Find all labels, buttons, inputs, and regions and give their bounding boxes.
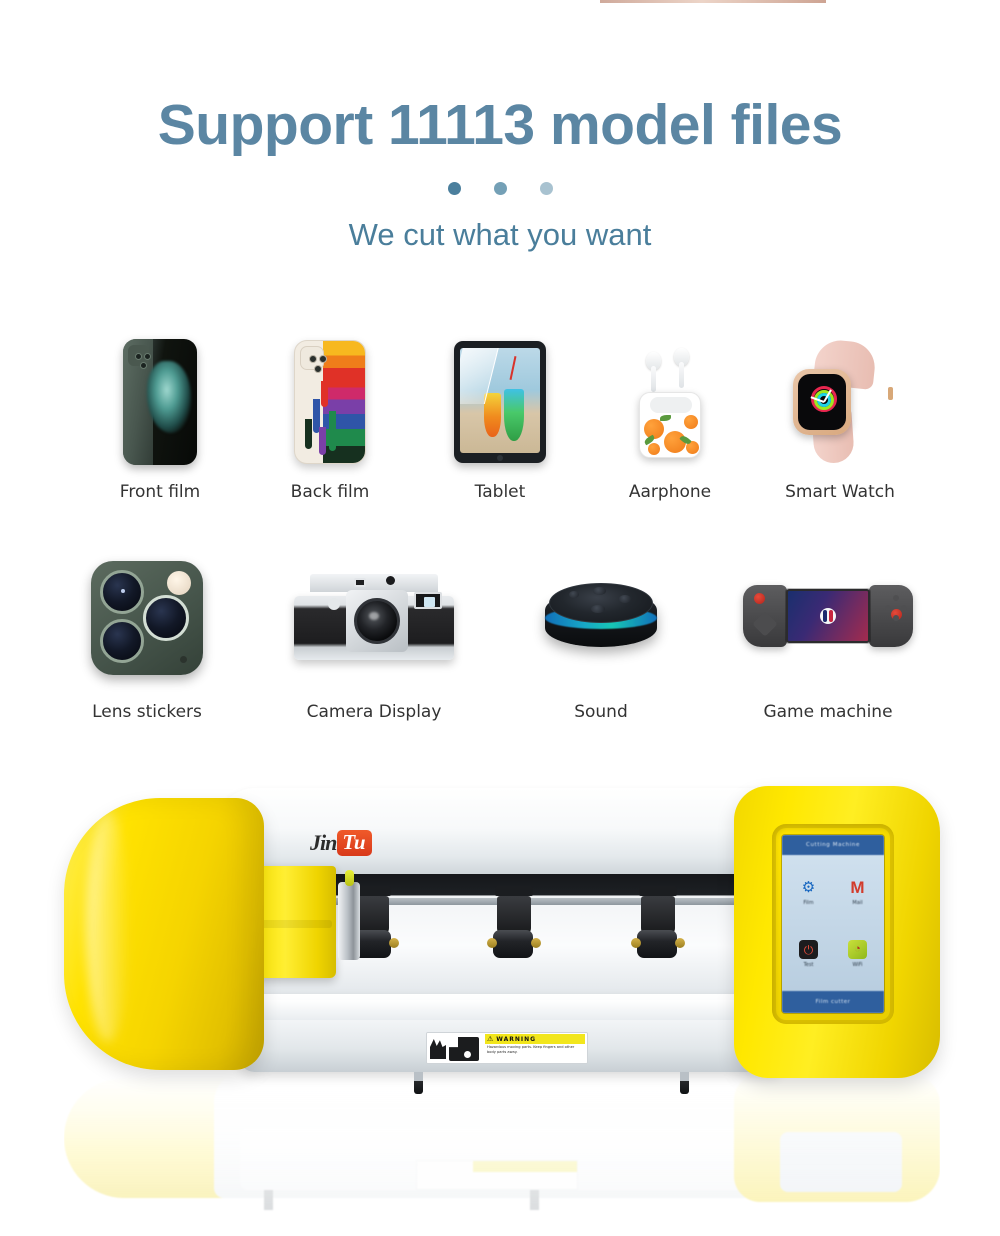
machine-body: Jin Tu ⚠ WARNING Hazardous moving parts.… [214, 788, 810, 1094]
category-label: Camera Display [306, 702, 442, 722]
warning-title: WARNING [496, 1035, 537, 1043]
phone-front-icon [90, 332, 230, 472]
machine-left-endcap [64, 798, 264, 1070]
top-divider-rule [600, 0, 826, 3]
category-label: Smart Watch [785, 482, 895, 502]
page-subtitle: We cut what you want [348, 216, 652, 252]
machine-leg [680, 1072, 689, 1094]
cutting-head-carriage[interactable] [252, 866, 360, 986]
machine-front-drum: ⚠ WARNING Hazardous moving parts. Keep f… [240, 994, 784, 1072]
screen-titlebar: Cutting Machine [782, 835, 884, 855]
category-item-lens-stickers[interactable]: Lens stickers [77, 548, 217, 722]
pinch-roller[interactable] [487, 886, 541, 972]
category-item-sound[interactable]: Sound [531, 548, 671, 722]
category-item-earphone[interactable]: Aarphone [600, 332, 740, 502]
cutting-machine: Jin Tu ⚠ WARNING Hazardous moving parts.… [64, 780, 940, 1094]
screen-app-label: Test [803, 962, 814, 968]
control-panel-bezel: Cutting Machine ⚙ Film M Mail ⏻ Test ◔ W… [772, 824, 894, 1024]
screen-app-label: WiFi [852, 962, 863, 968]
category-label: Sound [574, 702, 628, 722]
mail-m-icon: M [850, 878, 865, 897]
category-label: Tablet [474, 482, 526, 502]
dot-1-icon [447, 181, 461, 195]
pinch-roller[interactable] [631, 886, 685, 972]
warning-triangle-icon: ⚠ [487, 1035, 495, 1043]
page-title: Support 11113 model files [157, 93, 843, 157]
hazard-pictogram-icon [427, 1033, 483, 1063]
tablet-icon [430, 332, 570, 472]
handheld-console-icon [733, 548, 923, 688]
screen-app-wifi[interactable]: ◔ WiFi [848, 940, 867, 968]
brand-name-second: Tu [337, 830, 373, 856]
dot-separator [0, 181, 1000, 195]
category-label: Aarphone [628, 482, 712, 502]
earbuds-icon [600, 332, 740, 472]
screen-app-grid: ⚙ Film M Mail ⏻ Test ◔ WiFi [782, 855, 884, 991]
phone-back-icon [260, 332, 400, 472]
blade-depth-knob[interactable] [345, 870, 354, 886]
smartwatch-icon [770, 332, 910, 472]
warning-body-text: Hazardous moving parts. Keep fingers and… [487, 1045, 575, 1055]
category-item-front-film[interactable]: Front film [90, 332, 230, 502]
machine-leg [414, 1072, 423, 1094]
screen-app-mail[interactable]: M Mail [848, 878, 867, 906]
dot-2-icon [493, 181, 507, 195]
headline-block: Support 11113 model files We cut what yo… [0, 93, 1000, 253]
warning-label: ⚠ WARNING Hazardous moving parts. Keep f… [426, 1032, 588, 1064]
category-item-game-machine[interactable]: Game machine [733, 548, 923, 722]
screen-app-label: Film [803, 900, 814, 906]
category-item-back-film[interactable]: Back film [260, 332, 400, 502]
product-hero-image: Jin Tu ⚠ WARNING Hazardous moving parts.… [0, 760, 1000, 1236]
category-row-1: Front film Back film Tablet Aarphone Sma… [0, 332, 1000, 502]
category-label: Back film [290, 482, 370, 502]
camera-icon [279, 548, 469, 688]
screen-app-label: Mail [852, 900, 863, 906]
category-label: Lens stickers [92, 702, 202, 722]
gear-icon: ⚙ [801, 879, 816, 896]
category-label: Front film [119, 482, 201, 502]
dot-3-icon [539, 181, 553, 195]
brand-name-first: Jin [310, 830, 337, 855]
category-label: Game machine [763, 702, 893, 722]
brand-logo: Jin Tu [310, 830, 373, 856]
machine-right-housing: Cutting Machine ⚙ Film M Mail ⏻ Test ◔ W… [734, 786, 940, 1078]
control-panel-screen[interactable]: Cutting Machine ⚙ Film M Mail ⏻ Test ◔ W… [782, 835, 884, 1013]
category-item-smart-watch[interactable]: Smart Watch [770, 332, 910, 502]
screen-app-test[interactable]: ⏻ Test [799, 940, 818, 968]
category-item-camera-display[interactable]: Camera Display [279, 548, 469, 722]
power-icon: ⏻ [799, 940, 818, 959]
category-item-tablet[interactable]: Tablet [430, 332, 570, 502]
category-row-2: Lens stickers Camera Display Sound Game … [0, 548, 1000, 722]
warning-title-row: ⚠ WARNING [485, 1034, 585, 1044]
screen-app-film[interactable]: ⚙ Film [799, 878, 818, 906]
camera-lens-module-icon [77, 548, 217, 688]
smart-speaker-icon [531, 548, 671, 688]
screen-bottombar: Film cutter [782, 991, 884, 1013]
machine-reflection [64, 1072, 940, 1222]
machine-hood [214, 788, 810, 876]
wifi-icon: ◔ [848, 940, 867, 959]
